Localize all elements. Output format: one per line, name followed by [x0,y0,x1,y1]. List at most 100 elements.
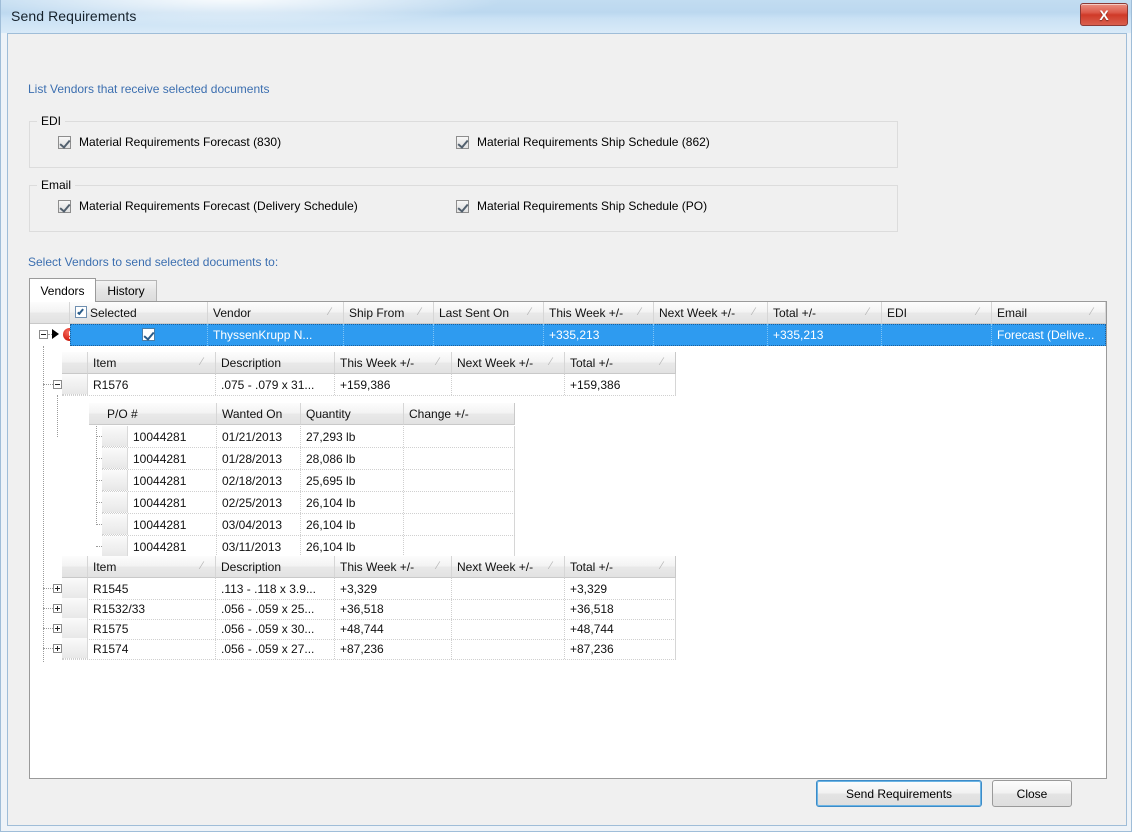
checkbox-edi-forecast-830[interactable]: Material Requirements Forecast (830) [58,135,281,149]
vendor-grid-corner-header [30,302,70,324]
po-row-quantity: 28,086 lb [301,448,404,469]
po-row-handle[interactable] [102,448,128,469]
vendor-col-header-selected-label: Selected [90,305,137,320]
item-top-col-header-description-label: Description [221,355,282,370]
item-r1545-expand-toggle[interactable] [53,584,62,593]
current-row-indicator-icon [52,329,59,339]
item-top-col-header-this-week[interactable]: This Week +/- ∕ [335,352,452,374]
po-row-quantity: 27,293 lb [301,426,404,447]
item-bottom-col-header-next-week[interactable]: Next Week +/- ∕ [452,556,565,578]
tab-vendors-label: Vendors [40,283,85,298]
tab-history[interactable]: History [95,280,157,301]
close-button[interactable]: Close [992,780,1072,807]
po-row-wanted-on: 02/18/2013 [217,470,301,491]
vendor-row-this-week: +335,213 [544,324,654,346]
row-separator [62,659,676,660]
send-requirements-button[interactable]: Send Requirements [816,780,982,807]
po-row-change [404,470,515,491]
po-row-handle[interactable] [102,536,128,557]
item-r1575-expand-toggle[interactable] [53,624,62,633]
item-top-row-item: R1576 [88,374,216,395]
table-row[interactable]: ThyssenKrupp N... +335,213 +335,213 Fore… [70,324,1106,346]
title-bar-background [1,0,1131,33]
vendor-row-collapse-toggle[interactable] [39,330,48,339]
item-bottom-row-handle[interactable] [62,598,88,619]
po-col-header-number-label: P/O # [107,406,138,421]
checkbox-email-ship-schedule-po-box[interactable] [456,199,469,213]
vendor-row-selected-cell [70,324,208,346]
close-icon[interactable]: X [1080,3,1128,26]
item-bottom-row-next-week [452,638,565,659]
po-row-wanted-on: 03/11/2013 [217,536,301,557]
tab-vendors[interactable]: Vendors [29,278,96,302]
item-r1574-expand-toggle[interactable] [53,644,62,653]
sort-indicator-icon: ∕ [661,356,663,368]
vendor-col-header-ship-from[interactable]: Ship From ∕ [344,302,434,324]
item-bottom-col-header-description-label: Description [221,559,282,574]
item-top-row-handle[interactable] [62,374,88,395]
checkbox-email-forecast-delivery-schedule-label: Material Requirements Forecast (Delivery… [79,199,358,213]
checkbox-edi-ship-schedule-862[interactable]: Material Requirements Ship Schedule (862… [456,135,710,149]
item-bottom-row-description: .056 - .059 x 27... [216,638,335,659]
sort-indicator-icon: ∕ [977,306,979,318]
item-bottom-row-this-week: +36,518 [335,598,452,619]
vendor-col-header-vendor[interactable]: Vendor ∕ [208,302,344,324]
po-row-change [404,448,515,469]
po-row-number: 10044281 [128,426,217,447]
po-col-header-quantity[interactable]: Quantity [301,403,404,425]
po-row-handle[interactable] [102,514,128,535]
item-top-col-header-description[interactable]: Description [216,352,335,374]
po-row-handle[interactable] [102,492,128,513]
vendor-col-header-email[interactable]: Email ∕ [992,302,1106,324]
checkbox-email-forecast-delivery-schedule[interactable]: Material Requirements Forecast (Delivery… [58,199,358,213]
item-bottom-row-this-week: +3,329 [335,578,452,599]
item-top-col-header-item-label: Item [93,355,117,370]
item-bottom-row-handle[interactable] [62,578,88,599]
select-vendors-label: Select Vendors to send selected document… [28,255,279,269]
item-top-col-header-this-week-label: This Week +/- [340,355,415,370]
po-row-change [404,492,515,513]
po-row-handle[interactable] [102,470,128,491]
item-top-col-header-total[interactable]: Total +/- ∕ [565,352,676,374]
po-col-header-change[interactable]: Change +/- [404,403,515,425]
po-row-handle[interactable] [102,426,128,447]
tree-spine [43,346,44,662]
item-bottom-row-description: .113 - .118 x 3.9... [216,578,335,599]
checkbox-email-ship-schedule-po[interactable]: Material Requirements Ship Schedule (PO) [456,199,707,213]
vendor-col-header-edi[interactable]: EDI ∕ [882,302,992,324]
vendor-col-header-this-week[interactable]: This Week +/- ∕ [544,302,654,324]
vendor-col-header-next-week[interactable]: Next Week +/- ∕ [654,302,768,324]
item-top-col-header-next-week[interactable]: Next Week +/- ∕ [452,352,565,374]
sort-indicator-icon: ∕ [1091,306,1093,318]
po-row-wanted-on: 03/04/2013 [217,514,301,535]
item-top-row-this-week: +159,386 [335,374,452,395]
item-top-row-description: .075 - .079 x 31... [216,374,335,395]
po-row-wanted-on: 01/28/2013 [217,448,301,469]
email-group-title: Email [37,178,76,192]
vendor-col-header-last-sent-on[interactable]: Last Sent On ∕ [434,302,544,324]
item-r1532-33-expand-toggle[interactable] [53,604,62,613]
sort-indicator-icon: ∕ [867,306,869,318]
item-bottom-col-header-description[interactable]: Description [216,556,335,578]
vendor-col-header-selected[interactable]: Selected [70,302,208,324]
checkbox-edi-ship-schedule-862-box[interactable] [456,135,469,149]
vendor-col-header-this-week-label: This Week +/- [549,305,624,320]
po-col-header-number[interactable]: P/O # [102,403,217,425]
sort-indicator-icon: ∕ [661,560,663,572]
checkbox-email-forecast-delivery-schedule-box[interactable] [58,199,71,213]
po-col-header-wanted-on[interactable]: Wanted On [217,403,301,425]
item-bottom-row-handle[interactable] [62,618,88,639]
item-bottom-row-next-week [452,598,565,619]
po-row-wanted-on: 01/21/2013 [217,426,301,447]
item-r1576-collapse-toggle[interactable] [53,380,62,389]
item-bottom-col-header-total[interactable]: Total +/- ∕ [565,556,676,578]
checkbox-edi-forecast-830-box[interactable] [58,135,71,149]
item-bottom-row-handle[interactable] [62,638,88,659]
tab-history-label: History [107,284,145,298]
item-bottom-col-header-item[interactable]: Item ∕ [88,556,216,578]
sort-indicator-icon: ∕ [201,356,203,368]
vendor-header-select-all-checkbox[interactable] [75,306,87,318]
item-top-col-header-item[interactable]: Item ∕ [88,352,216,374]
item-bottom-col-header-this-week[interactable]: This Week +/- ∕ [335,556,452,578]
vendor-col-header-total[interactable]: Total +/- ∕ [768,302,882,324]
